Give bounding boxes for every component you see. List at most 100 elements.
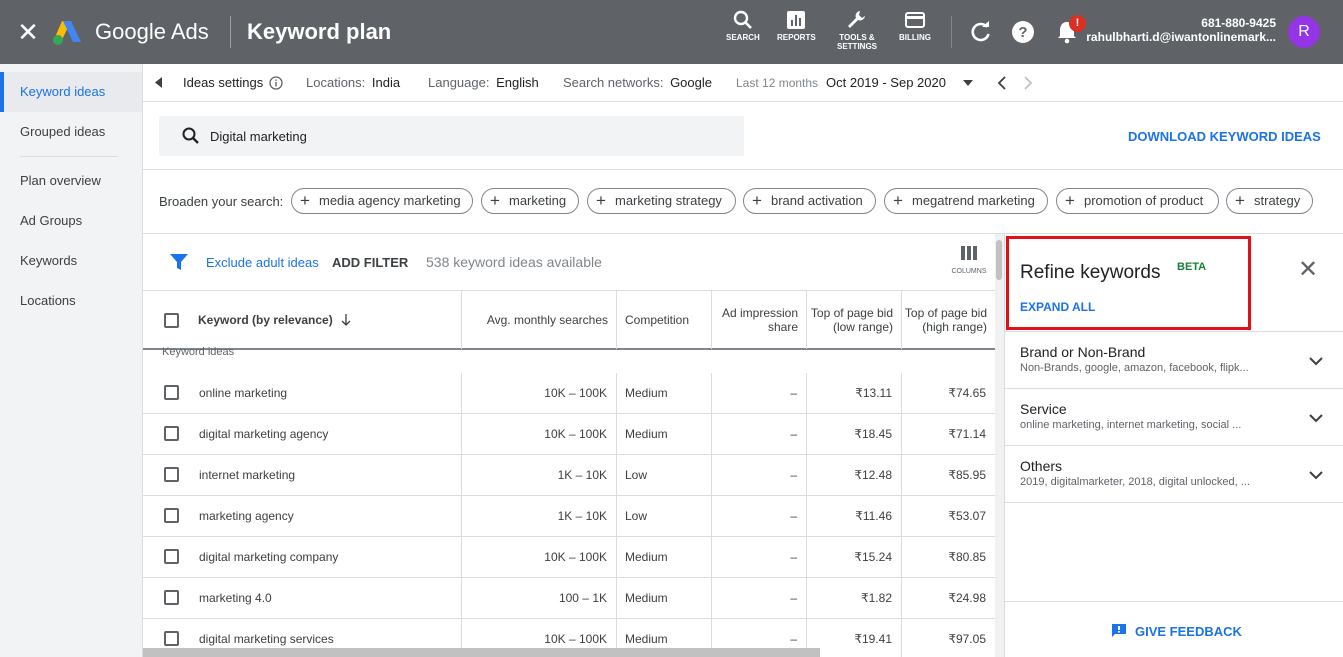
cell-bid-high: ₹71.14 xyxy=(901,414,995,454)
feedback-divider xyxy=(1004,601,1343,602)
table-row[interactable]: marketing agency 1K – 10K Low – ₹11.46 ₹53.07 xyxy=(143,496,995,537)
broaden-chip[interactable]: + promotion of product xyxy=(1056,188,1219,214)
cell-avg-monthly-searches: 1K – 10K xyxy=(461,496,616,536)
cell-competition: Low xyxy=(616,496,711,536)
info-icon[interactable] xyxy=(269,76,283,90)
give-feedback-button[interactable]: GIVE FEEDBACK xyxy=(1111,621,1242,639)
broaden-chip[interactable]: + media agency marketing xyxy=(291,188,473,214)
chevron-left-icon[interactable] xyxy=(997,76,1007,90)
wrench-icon xyxy=(848,11,865,28)
help-icon[interactable]: ? xyxy=(1011,20,1035,44)
feedback-icon xyxy=(1112,624,1126,637)
column-header-avg-monthly-searches[interactable]: Avg. monthly searches xyxy=(461,291,616,349)
chevron-down-icon xyxy=(1309,471,1323,480)
table-row[interactable]: digital marketing company 10K – 100K Mediu… xyxy=(143,537,995,578)
collapse-left-icon[interactable] xyxy=(155,77,163,88)
column-header-bid-high[interactable]: Top of page bid (high range) xyxy=(901,291,995,349)
notification-badge: ! xyxy=(1069,15,1086,32)
sidebar-item-keywords[interactable]: Keywords xyxy=(0,241,142,281)
refine-group-brand[interactable]: Brand or Non-Brand Non-Brands, google, a… xyxy=(1004,331,1343,388)
cell-bid-low: ₹18.45 xyxy=(806,414,901,454)
refine-group-service[interactable]: Service online marketing, internet marke… xyxy=(1004,388,1343,445)
ideas-settings-label[interactable]: Ideas settings xyxy=(183,75,263,90)
dropdown-arrow-icon[interactable] xyxy=(963,80,973,86)
filter-icon[interactable] xyxy=(170,253,188,271)
cell-bid-high: ₹80.85 xyxy=(901,537,995,577)
sidebar-item-grouped-ideas[interactable]: Grouped ideas xyxy=(0,112,142,152)
close-icon[interactable]: ✕ xyxy=(1296,258,1320,282)
cell-avg-monthly-searches: 10K – 100K xyxy=(461,373,616,413)
tools-settings-button[interactable]: TOOLS & SETTINGS xyxy=(837,10,877,51)
vertical-scrollbar[interactable] xyxy=(996,240,1002,280)
search-tool-button[interactable]: SEARCH xyxy=(726,10,760,42)
search-icon xyxy=(182,127,199,144)
cell-bid-low: ₹1.82 xyxy=(806,578,901,618)
table-row[interactable]: online marketing 10K – 100K Medium – ₹13.11 ₹… xyxy=(143,373,995,414)
columns-label: COLUMNS xyxy=(951,268,987,275)
account-info[interactable]: 681-880-9425 rahulbharti.d@iwantonlinema… xyxy=(1086,16,1276,44)
broaden-chip[interactable]: + strategy xyxy=(1226,188,1313,214)
chevron-right-icon[interactable] xyxy=(1023,76,1033,90)
cell-keyword: digital marketing company xyxy=(199,550,339,564)
locations-setting[interactable]: Locations: India xyxy=(306,75,400,90)
keyword-group-label: Keyword ideas xyxy=(162,346,235,358)
sidebar-item-keyword-ideas[interactable]: Keyword ideas xyxy=(0,72,142,112)
refresh-icon[interactable] xyxy=(969,20,993,44)
avatar[interactable]: R xyxy=(1288,16,1320,48)
search-networks-setting[interactable]: Search networks: Google xyxy=(563,75,712,90)
sidebar-item-locations[interactable]: Locations xyxy=(0,281,142,321)
add-filter-button[interactable]: ADD FILTER xyxy=(332,255,408,270)
sidebar-item-ad-groups[interactable]: Ad Groups xyxy=(0,201,142,241)
table-row[interactable]: internet marketing 1K – 10K Low – ₹12.48 ₹85.… xyxy=(143,455,995,496)
sidebar-item-plan-overview[interactable]: Plan overview xyxy=(0,161,142,201)
svg-text:?: ? xyxy=(1018,24,1027,41)
download-keyword-ideas-link[interactable]: DOWNLOAD KEYWORD IDEAS xyxy=(1128,129,1321,144)
top-app-bar: ✕ Google Ads Keyword plan SEARCH REPORTS… xyxy=(0,0,1343,64)
cell-bid-low: ₹13.11 xyxy=(806,373,901,413)
cell-bid-low: ₹15.24 xyxy=(806,537,901,577)
columns-icon xyxy=(961,246,977,260)
column-header-ad-impression-share[interactable]: Ad impression share xyxy=(711,291,806,349)
keyword-ideas-count: 538 keyword ideas available xyxy=(426,254,602,270)
reports-tool-label: REPORTS xyxy=(777,33,816,42)
bar-chart-icon xyxy=(787,11,806,29)
plus-icon: + xyxy=(1065,191,1075,210)
billing-tool-button[interactable]: BILLING xyxy=(899,10,931,42)
keyword-search-box[interactable]: Digital marketing xyxy=(159,116,744,156)
broaden-chip[interactable]: + marketing xyxy=(481,188,579,214)
sidebar-divider xyxy=(20,156,118,157)
cell-competition: Medium xyxy=(616,373,711,413)
select-all-checkbox[interactable] xyxy=(164,313,179,328)
cell-bid-high: ₹85.95 xyxy=(901,455,995,495)
account-email: rahulbharti.d@iwantonlinemark... xyxy=(1086,30,1276,44)
broaden-chip[interactable]: + brand activation xyxy=(743,188,876,214)
billing-tool-label: BILLING xyxy=(899,33,931,42)
table-row[interactable]: marketing 4.0 100 – 1K Medium – ₹1.82 ₹24.98 xyxy=(143,578,995,619)
cell-bid-low: ₹11.46 xyxy=(806,496,901,536)
date-range-value[interactable]: Oct 2019 - Sep 2020 xyxy=(826,75,946,90)
refine-group-others[interactable]: Others 2019, digitalmarketer, 2018, digi… xyxy=(1004,445,1343,503)
cell-avg-monthly-searches: 10K – 100K xyxy=(461,414,616,454)
expand-all-button[interactable]: EXPAND ALL xyxy=(1020,300,1095,314)
exclude-adult-ideas-filter[interactable]: Exclude adult ideas xyxy=(206,255,319,270)
column-header-bid-low[interactable]: Top of page bid (low range) xyxy=(806,291,901,349)
account-phone: 681-880-9425 xyxy=(1201,16,1276,30)
close-icon[interactable]: ✕ xyxy=(16,18,40,46)
plus-icon: + xyxy=(490,191,500,210)
column-header-keyword[interactable]: Keyword (by relevance) xyxy=(198,291,461,349)
table-row[interactable]: digital marketing agency 10K – 100K Medium… xyxy=(143,414,995,455)
cell-ad-impression-share: – xyxy=(711,578,806,618)
reports-tool-button[interactable]: REPORTS xyxy=(777,10,816,42)
language-setting[interactable]: Language: English xyxy=(428,75,539,90)
cell-ad-impression-share: – xyxy=(711,496,806,536)
horizontal-scrollbar[interactable] xyxy=(143,648,820,657)
columns-button[interactable]: COLUMNS xyxy=(945,246,993,275)
column-header-competition[interactable]: Competition xyxy=(616,291,711,349)
cell-competition: Medium xyxy=(616,414,711,454)
ideas-settings-bar: Ideas settings Locations: India Language… xyxy=(143,64,1343,102)
broaden-chip[interactable]: + marketing strategy xyxy=(587,188,736,214)
cell-keyword: marketing agency xyxy=(199,509,294,523)
broaden-chip[interactable]: + megatrend marketing xyxy=(884,188,1048,214)
plus-icon: + xyxy=(1235,191,1245,210)
page-title: Keyword plan xyxy=(247,19,392,44)
